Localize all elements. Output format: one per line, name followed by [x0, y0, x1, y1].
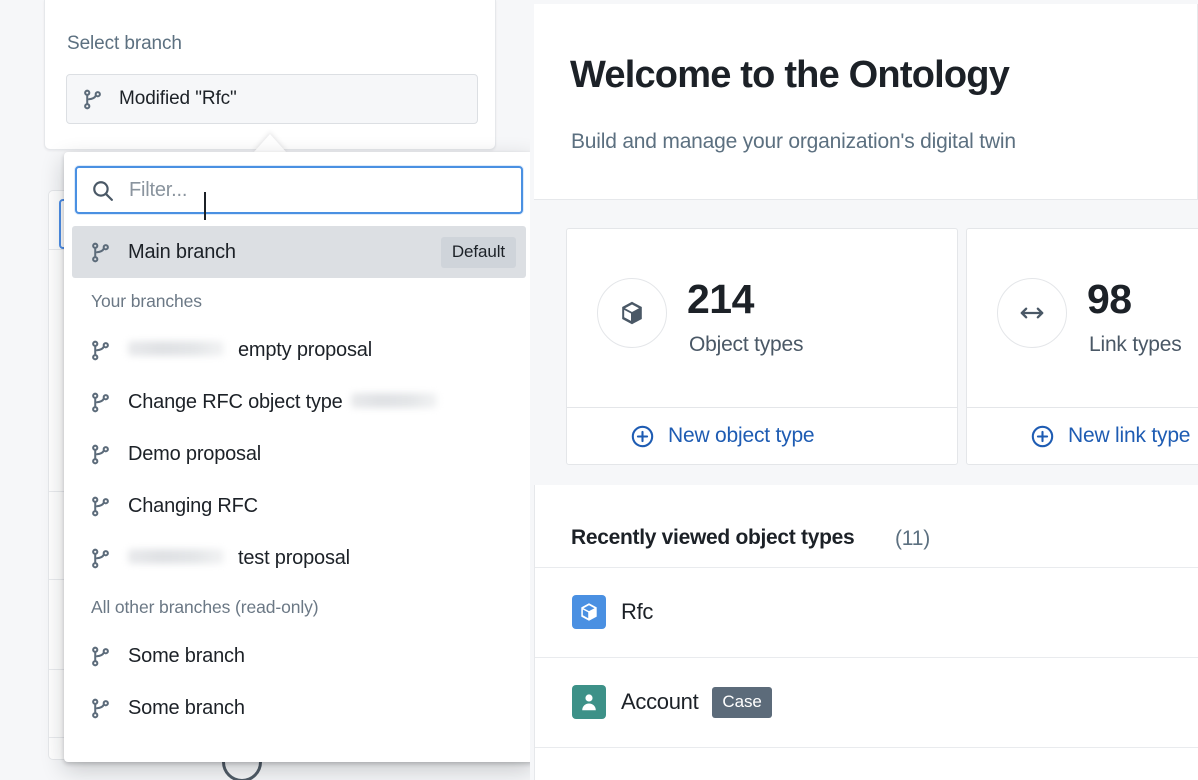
branch-group-heading: Your branches [91, 290, 202, 311]
recently-viewed-count: (11) [895, 527, 930, 550]
left-pane: Select branch Modified "Rfc" Filter... M… [0, 0, 534, 780]
new-link-type-button[interactable]: New link type [967, 407, 1198, 464]
branch-option[interactable]: Demo proposal [64, 428, 534, 480]
stat-card-link-types: 98 Link types New link type [966, 228, 1198, 465]
branch-option-main[interactable]: Main branch Default [72, 226, 526, 278]
branch-option-label: Some branch [128, 696, 245, 719]
branch-option-label: Some branch [128, 644, 245, 667]
dropdown-caret-icon [253, 134, 287, 153]
branch-option[interactable]: empty proposal [64, 324, 534, 376]
list-item-label: Rfc [621, 599, 654, 624]
stat-value: 214 [687, 276, 754, 322]
branch-option-label: test proposal [128, 547, 350, 570]
git-branch-icon [89, 645, 112, 668]
git-branch-icon [89, 547, 112, 570]
list-item[interactable]: Rfc [535, 567, 1198, 657]
git-branch-icon [89, 697, 112, 720]
text-cursor [204, 192, 206, 220]
branch-selector-value: Modified "Rfc" [119, 88, 237, 109]
stat-value: 98 [1087, 276, 1132, 322]
person-icon [572, 685, 606, 719]
git-branch-icon [89, 241, 112, 264]
cube-icon [572, 595, 606, 629]
stat-card-object-types: 214 Object types New object type [566, 228, 958, 465]
branch-option[interactable]: Some branch [64, 682, 534, 734]
branch-option-label: empty proposal [128, 339, 372, 362]
filter-input[interactable] [129, 178, 499, 202]
git-branch-icon [89, 339, 112, 362]
ontology-home-screen: Select branch Modified "Rfc" Filter... M… [0, 0, 1198, 780]
cube-icon [597, 278, 667, 348]
list-item[interactable]: Account Case [535, 657, 1198, 747]
git-branch-icon [89, 443, 112, 466]
recently-viewed-title: Recently viewed object types [571, 526, 855, 549]
git-branch-icon [81, 88, 104, 111]
status-badge: Case [712, 686, 772, 718]
redacted-text [350, 392, 437, 408]
stat-label: Object types [689, 333, 804, 356]
hero-section: Welcome to the Ontology Build and manage… [534, 4, 1198, 200]
redacted-text [128, 548, 224, 564]
redacted-text [128, 340, 224, 356]
git-branch-icon [89, 495, 112, 518]
select-branch-label: Select branch [67, 33, 182, 54]
branch-option[interactable]: test proposal [64, 532, 534, 584]
list-item-label: Account [621, 689, 699, 714]
branch-selector-card: Select branch Modified "Rfc" [44, 0, 496, 150]
branch-option-list: Main branch Default Your branches empty pro… [64, 226, 534, 734]
stat-label: Link types [1089, 333, 1182, 356]
branch-option-label: Main branch [128, 240, 236, 263]
new-object-type-label: New object type [668, 424, 815, 447]
plus-circle-icon [630, 424, 655, 449]
arrows-horizontal-icon [997, 278, 1067, 348]
branch-group-heading: All other branches (read-only) [91, 596, 319, 617]
branch-option[interactable]: Change RFC object type [64, 376, 534, 428]
branch-selector-trigger[interactable]: Modified "Rfc" [66, 74, 478, 124]
right-pane: Welcome to the Ontology Build and manage… [530, 0, 1198, 780]
new-object-type-button[interactable]: New object type [567, 407, 957, 464]
default-badge: Default [440, 236, 516, 268]
page-subtitle: Build and manage your organization's dig… [571, 130, 1016, 153]
branch-option[interactable]: Changing RFC [64, 480, 534, 532]
new-link-type-label: New link type [1068, 424, 1191, 447]
filter-field-wrapper[interactable] [75, 166, 523, 220]
branch-option-label: Change RFC object type [128, 391, 437, 414]
plus-circle-icon [1030, 424, 1055, 449]
recently-viewed-section: Recently viewed object types (11) Rfc Ac… [534, 485, 1198, 780]
branch-option[interactable]: Some branch [64, 630, 534, 682]
branch-option-label: Demo proposal [128, 442, 262, 465]
branch-option-label: Changing RFC [128, 494, 258, 517]
stats-strip: 214 Object types New object type 98 Link… [534, 201, 1198, 485]
git-branch-icon [89, 391, 112, 414]
search-icon [90, 178, 115, 203]
branch-dropdown-panel: Main branch Default Your branches empty pro… [64, 152, 534, 762]
page-title: Welcome to the Ontology [570, 54, 1010, 96]
